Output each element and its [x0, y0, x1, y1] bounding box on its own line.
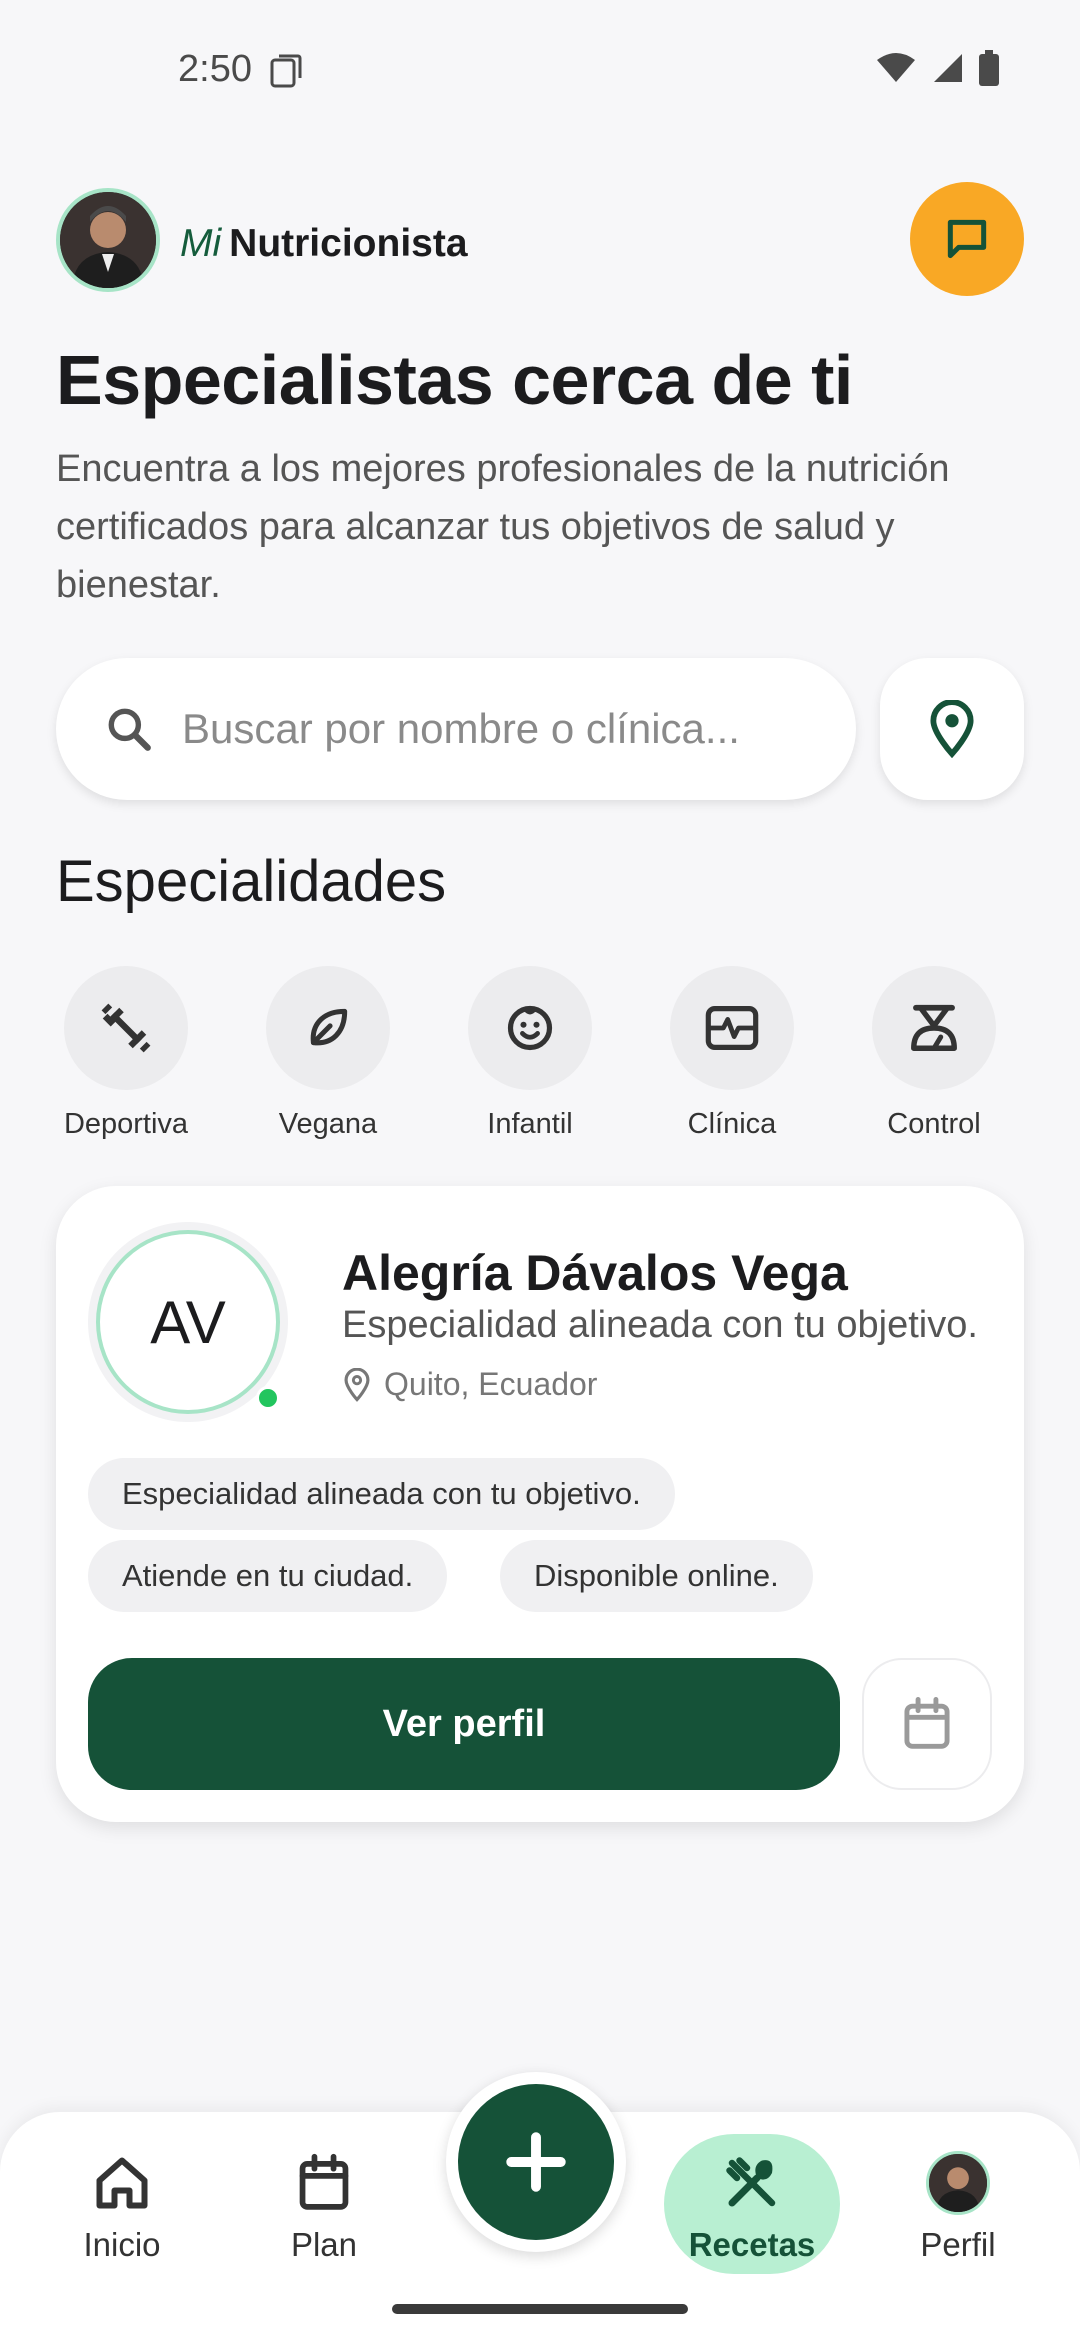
specialty-vegana[interactable]: Vegana [258, 966, 398, 1141]
brand-prefix: Mi [180, 222, 222, 265]
avatar-initials: AV [96, 1230, 280, 1414]
signal-icon [934, 54, 962, 82]
chat-icon [947, 219, 987, 259]
baby-face-icon [507, 1005, 553, 1051]
nav-label: Recetas [688, 2226, 816, 2263]
add-button[interactable] [446, 2072, 626, 2252]
chat-button[interactable] [910, 182, 1024, 296]
monitor-heart-icon [705, 1006, 759, 1050]
app-header: Mi Nutricionista [56, 182, 1024, 302]
nav-label: Plan [290, 2226, 358, 2263]
specialty-deportiva[interactable]: Deportiva [56, 966, 196, 1141]
wifi-icon [877, 53, 915, 82]
schedule-button[interactable] [862, 1658, 992, 1790]
specialty-label: Control [887, 1108, 981, 1140]
nav-label: Perfil [920, 2226, 996, 2263]
location-text: Quito, Ecuador [384, 1366, 598, 1402]
specialty-label: Infantil [487, 1108, 573, 1140]
page-subtitle: Encuentra a los mejores profesionales de… [56, 448, 950, 606]
nav-item-inicio[interactable]: Inicio [32, 2148, 212, 2264]
status-time: 2:50 [178, 48, 252, 90]
user-avatar[interactable] [56, 188, 160, 292]
brand-name: Nutricionista [229, 222, 468, 265]
nav-label: Inicio [83, 2226, 161, 2263]
specialty-control[interactable]: Control [864, 966, 1004, 1141]
specialties-list: Deportiva Vegana Infantil Clínica Contro… [56, 966, 1024, 1146]
nutritionist-location: Quito, Ecuador [342, 1366, 597, 1403]
specialty-clinica[interactable]: Clínica [662, 966, 802, 1141]
calendar-icon [904, 1697, 950, 1749]
chip-objective: Especialidad alineada con tu objetivo. [88, 1458, 675, 1530]
nav-item-plan[interactable]: Plan [234, 2148, 414, 2264]
dumbbell-icon [101, 1003, 151, 1053]
plus-icon [506, 2132, 566, 2192]
specialties-title: Especialidades [56, 849, 447, 914]
page-title: Especialistas cerca de ti [56, 341, 853, 419]
nutritionist-name: Alegría Dávalos Vega [342, 1245, 848, 1301]
battery-icon [979, 50, 999, 86]
home-indicator[interactable] [392, 2304, 688, 2314]
nav-item-recetas[interactable]: Recetas [662, 2148, 842, 2264]
specialty-label: Clínica [687, 1108, 777, 1140]
scale-icon [911, 1004, 957, 1051]
chip-online: Disponible online. [500, 1540, 813, 1612]
search-input[interactable] [182, 694, 822, 764]
profile-avatar [926, 2151, 990, 2215]
status-bar: 2:50 [0, 0, 1080, 140]
utensils-icon [726, 2157, 776, 2207]
home-icon [96, 2157, 148, 2209]
leaf-icon [310, 1008, 348, 1046]
screenshot-icon [270, 54, 302, 88]
location-button[interactable] [880, 658, 1024, 800]
location-pin-icon [930, 700, 974, 758]
nutritionist-card[interactable]: AV Alegría Dávalos Vega Especialidad ali… [56, 1186, 1024, 1822]
nutritionist-specialty: Especialidad alineada con tu objetivo. [342, 1304, 978, 1346]
specialty-label: Vegana [278, 1108, 378, 1140]
calendar-icon [299, 2153, 349, 2210]
online-status-dot [256, 1386, 280, 1410]
chip-city: Atiende en tu ciudad. [88, 1540, 448, 1612]
nav-item-perfil[interactable]: Perfil [868, 2148, 1048, 2264]
search-box[interactable] [56, 658, 856, 800]
specialty-infantil[interactable]: Infantil [460, 966, 600, 1141]
location-pin-icon [344, 1367, 370, 1402]
specialty-label: Deportiva [63, 1108, 189, 1140]
app-brand: Mi Nutricionista [180, 222, 468, 266]
view-profile-button[interactable]: Ver perfil [88, 1658, 840, 1790]
search-icon [108, 708, 151, 751]
